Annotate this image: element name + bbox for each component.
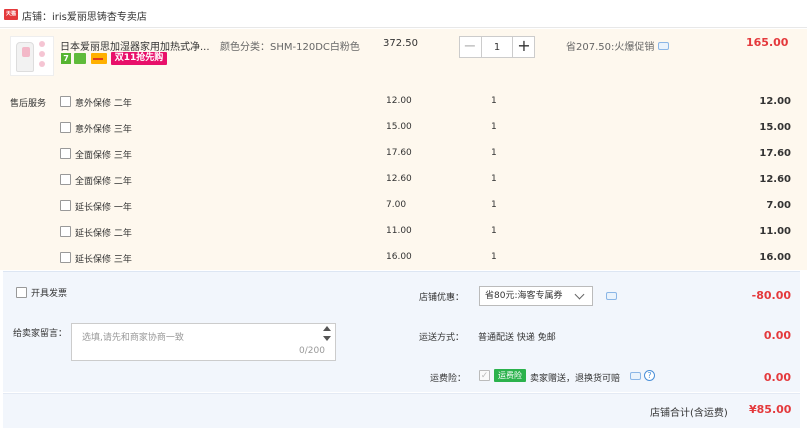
comment-icon[interactable] [658,42,669,50]
service-name: 意外保修 三年 [75,125,132,135]
service-name: 意外保修 二年 [75,99,132,109]
service-total: 12.60 [759,174,791,185]
double11-promo-badge: 双11抢先购 [111,52,167,65]
service-total: 17.60 [759,148,791,159]
seller-message-placeholder: 选填,请先和商家协商一致 [82,333,184,343]
scroll-up-icon[interactable] [323,326,331,331]
shop-total-label: 店铺合计(含运费) [650,408,728,419]
quantity-input[interactable] [482,37,512,57]
service-row: 全面保修 三年 17.60 1 17.60 [0,144,807,170]
shop-discount-value: -80.00 [751,289,791,302]
service-price: 15.00 [386,122,412,132]
insurance-checkbox: ✓ [479,370,490,381]
service-checkbox[interactable] [60,122,71,133]
service-price: 11.00 [386,226,412,236]
help-icon[interactable]: ? [644,370,655,381]
service-total: 12.00 [759,96,791,107]
color-dot-icon [39,51,45,57]
service-price: 12.00 [386,96,412,106]
service-checkbox[interactable] [60,96,71,107]
service-row: 意外保修 三年 15.00 1 15.00 [0,118,807,144]
service-name: 延长保修 一年 [75,203,132,213]
service-row: 延长保修 一年 7.00 1 7.00 [0,196,807,222]
service-price: 17.60 [386,148,412,158]
service-name: 全面保修 二年 [75,177,132,187]
seven-day-return-icon: 7 [61,53,71,64]
service-total: 15.00 [759,122,791,133]
service-row: 意外保修 二年 12.00 1 12.00 [0,92,807,118]
shop-name-link[interactable]: 店铺：iris爱丽思铸杏专卖店 [22,8,147,23]
service-name: 延长保修 二年 [75,229,132,239]
invoice-label[interactable]: 开具发票 [31,286,67,299]
service-checkbox[interactable] [60,226,71,237]
insurance-value: 0.00 [763,371,791,384]
quantity-increase-button[interactable]: + [512,36,535,58]
shop-discount-label: 店铺优惠： [419,293,465,303]
service-qty: 1 [491,226,497,236]
service-checkbox[interactable] [60,252,71,263]
service-name: 全面保修 三年 [75,151,132,161]
service-qty: 1 [491,122,497,132]
insurance-label: 运费险： [430,374,467,384]
humidifier-stripe [22,47,30,57]
service-price: 16.00 [386,252,412,262]
service-qty: 1 [491,148,497,158]
service-qty: 1 [491,252,497,262]
quantity-decrease-button[interactable]: − [459,36,482,58]
service-total: 7.00 [766,200,791,211]
shipping-method-option: 普通配送 快递 免邮 [478,333,556,343]
unit-price: 372.50 [383,38,418,49]
seller-message-label: 给卖家留言： [13,329,68,339]
service-checkbox[interactable] [60,148,71,159]
shipping-method-label: 运送方式： [419,333,465,343]
color-dot-icon [39,41,45,47]
service-row: 全面保修 二年 12.60 1 12.60 [0,170,807,196]
comment-icon[interactable] [630,372,641,380]
product-spec: 颜色分类：SHM-120DC白粉色 [220,42,360,53]
service-name: 延长保修 三年 [75,255,132,265]
shop-total-value: ¥85.00 [749,403,792,416]
service-checkbox[interactable] [60,200,71,211]
service-checkbox[interactable] [60,174,71,185]
service-price: 7.00 [386,200,407,210]
invoice-checkbox[interactable] [16,287,27,298]
color-dot-icon [39,61,45,67]
discount-text: 省207.50:火爆促销 [566,42,655,53]
service-total: 16.00 [759,252,791,263]
service-qty: 1 [491,174,497,184]
service-price: 12.60 [386,174,412,184]
tmall-badge-icon: 天猫 [4,9,18,20]
credit-card-stripe [93,58,103,60]
service-row: 延长保修 二年 11.00 1 11.00 [0,222,807,248]
service-row: 延长保修 三年 16.00 1 16.00 [0,248,807,274]
service-qty: 1 [491,96,497,106]
guarantee-icon [74,53,86,64]
item-total-price: 165.00 [746,36,789,49]
product-title-link[interactable]: 日本爱丽思加湿器家用加热式净... [60,38,210,53]
insurance-text: 卖家赠送，退换货可赔 [530,374,621,384]
insurance-badge: 运费险 [494,369,526,382]
service-total: 11.00 [759,226,791,237]
scroll-down-icon[interactable] [323,336,331,341]
shipping-fee-value: 0.00 [763,329,791,342]
comment-icon[interactable] [606,292,617,300]
char-count: 0/200 [299,346,325,356]
service-qty: 1 [491,200,497,210]
